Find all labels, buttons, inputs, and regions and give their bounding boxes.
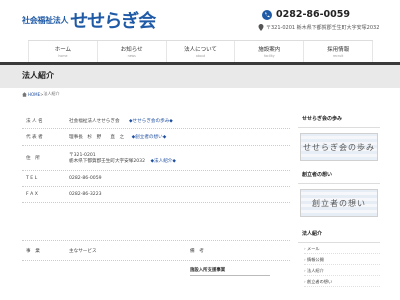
founder-banner[interactable]: 創立者の想い <box>300 189 378 217</box>
table-row: 住 所 〒321-0201 栃木県下都賀郡壬生町大字安塚2032 ◆法人紹介◆ <box>22 146 290 171</box>
row-label: 法 人 名 <box>26 119 43 124</box>
table-row: T E L 0282-86-0059 <box>22 171 290 187</box>
tel-value: 0282-86-0059 <box>69 176 102 181</box>
table-row: 代 表 者 理事長 杉 野 直 之 ◆創立者の想い◆ <box>22 129 290 146</box>
history-link[interactable]: ◆せせらぎ会の歩み◆ <box>129 119 173 124</box>
row-value: 〒321-0201 栃木県下都賀郡壬生町大字安塚2032 ◆法人紹介◆ <box>64 152 290 164</box>
nav-label: 採用情報 <box>327 46 350 53</box>
logo-subtitle: 社会福祉法人 <box>22 15 69 25</box>
nav-sublabel: home <box>58 53 68 58</box>
address-text: 〒321-0201 栃木県下都賀郡壬生町大字安塚2032 <box>266 25 380 31</box>
corp-name: 社会福祉法人せせらぎ会 <box>69 119 120 124</box>
nav-sublabel: news <box>127 53 136 58</box>
page-title: 法人紹介 <box>22 71 54 80</box>
breadcrumb-current: 法人紹介 <box>43 91 60 96</box>
sidebar-item-founder[interactable]: 創立者の想い <box>304 276 380 287</box>
facility-name: 施設入所支援事業 <box>190 267 270 276</box>
home-icon <box>22 91 27 97</box>
nav-sublabel: about <box>195 53 206 58</box>
notes-label: 備 考 <box>190 248 204 254</box>
spacer-row <box>22 203 290 241</box>
logo-title: せせらぎ会 <box>70 11 156 32</box>
services-value: 主なサービス <box>69 248 97 254</box>
services-row: 事 業 主なサービス 備 考 <box>22 241 290 261</box>
nav-sublabel: facility <box>263 53 275 58</box>
row-label: 代 表 者 <box>26 135 43 140</box>
table-row: 法 人 名 社会福祉法人せせらぎ会 ◆せせらぎ会の歩み◆ <box>22 114 290 129</box>
phone-number[interactable]: 0282-86-0059 <box>262 9 350 20</box>
row-value: 社会福祉法人せせらぎ会 ◆せせらぎ会の歩み◆ <box>64 118 290 124</box>
row-label: F A X <box>26 192 38 197</box>
row-value: 理事長 杉 野 直 之 ◆創立者の想い◆ <box>64 134 290 140</box>
nav-news[interactable]: お知らせ news <box>96 41 166 63</box>
nav-label: お知らせ <box>120 46 143 53</box>
nav-recruit[interactable]: 採用情報 recruit <box>303 41 373 63</box>
history-banner[interactable]: せせらぎ会の歩み <box>300 133 378 161</box>
fax-value: 0282-86-3223 <box>69 192 102 197</box>
sidebar-heading: せせらぎ会の歩み <box>298 114 380 128</box>
site-logo[interactable]: 社会福祉法人 せせらぎ会 <box>22 8 156 32</box>
founder-link[interactable]: ◆創立者の想い◆ <box>132 135 167 140</box>
nav-label: 施設案内 <box>258 46 281 53</box>
nav-sublabel: recruit <box>332 53 344 58</box>
nav-facility[interactable]: 施設案内 facility <box>234 41 304 63</box>
address-value: 栃木県下都賀郡壬生町大字安塚2032 <box>69 159 146 164</box>
table-row: F A X 0282-86-3223 <box>22 187 290 203</box>
postal-code: 〒321-0201 <box>69 153 96 158</box>
breadcrumb: HOME > 法人紹介 <box>22 91 60 97</box>
sidebar-item-mail[interactable]: メール <box>304 243 380 254</box>
sidebar-item-disclosure[interactable]: 情報公開 <box>304 254 380 265</box>
sidebar-list: メール 情報公開 法人紹介 創立者の想い <box>298 243 380 287</box>
intro-link[interactable]: ◆法人紹介◆ <box>150 159 175 164</box>
site-header: 社会福祉法人 せせらぎ会 0282-86-0059 〒321-0201 栃木県下… <box>0 0 400 40</box>
header-address: 〒321-0201 栃木県下都賀郡壬生町大字安塚2032 <box>258 24 379 31</box>
map-pin-icon <box>258 24 264 31</box>
main-nav: ホーム home お知らせ news 法人について about 施設案内 fac… <box>28 40 373 63</box>
nav-label: ホーム <box>54 46 72 53</box>
nav-label: 法人について <box>184 46 217 53</box>
page-title-band <box>0 65 400 88</box>
nav-home[interactable]: ホーム home <box>28 41 97 63</box>
services-label: 事 業 <box>26 248 40 254</box>
sidebar-heading: 創立者の想い <box>298 170 380 184</box>
phone-icon <box>262 9 272 20</box>
sidebar: せせらぎ会の歩み せせらぎ会の歩み 創立者の想い 創立者の想い 法人紹介 メール… <box>298 114 380 287</box>
sidebar-item-intro[interactable]: 法人紹介 <box>304 265 380 276</box>
tel-text: 0282-86-0059 <box>276 9 350 20</box>
sidebar-heading: 法人紹介 <box>298 229 380 243</box>
profile-table: 法 人 名 社会福祉法人せせらぎ会 ◆せせらぎ会の歩み◆ 代 表 者 理事長 杉… <box>22 114 290 276</box>
representative: 理事長 杉 野 直 之 <box>69 135 125 140</box>
row-label: T E L <box>26 176 38 181</box>
breadcrumb-home[interactable]: HOME <box>28 92 40 97</box>
nav-about[interactable]: 法人について about <box>165 41 235 63</box>
row-label: 住 所 <box>26 156 40 161</box>
